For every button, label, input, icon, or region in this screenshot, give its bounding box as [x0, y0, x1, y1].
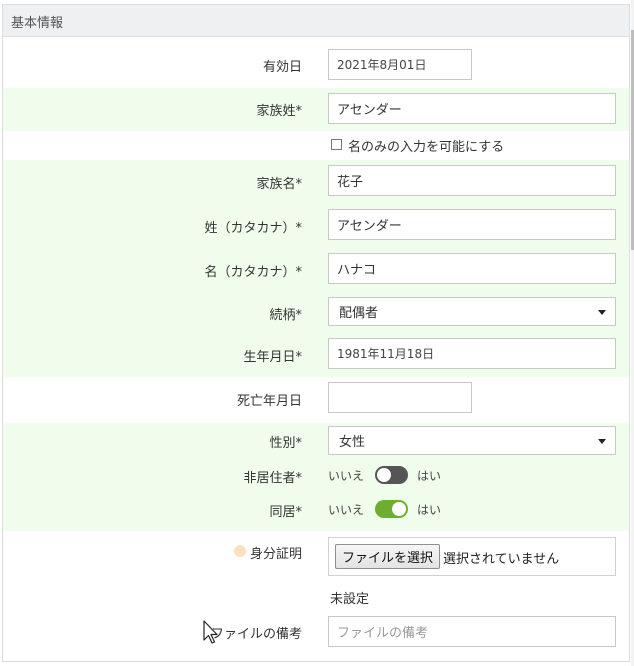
file-status-text: 選択されていません: [443, 552, 560, 567]
effective-date-label: 有効日: [262, 60, 302, 75]
non-resident-toggle-row: いいえ はい: [328, 466, 441, 484]
death-date-input[interactable]: [328, 382, 472, 413]
toggle-knob: [377, 468, 392, 482]
last-name-kana-label: 姓（カタカナ）*: [204, 221, 302, 236]
chevron-down-icon: [598, 438, 606, 444]
family-first-name-input[interactable]: 花子: [328, 165, 616, 196]
relationship-select[interactable]: 配偶者: [328, 297, 616, 326]
first-name-kana-input[interactable]: ハナコ: [328, 253, 616, 284]
family-last-name-value: アセンダー: [337, 103, 402, 118]
family-last-name-input[interactable]: アセンダー: [328, 93, 616, 124]
first-name-only-checkbox[interactable]: [331, 139, 342, 150]
choose-file-button[interactable]: ファイルを選択: [335, 544, 441, 569]
birth-date-value: 1981年11月18日: [337, 347, 435, 361]
section-title: 基本情報: [11, 16, 64, 31]
family-last-name-label: 家族姓*: [256, 104, 302, 119]
family-first-name-value: 花子: [337, 175, 364, 190]
relationship-value: 配偶者: [339, 306, 379, 321]
gender-value: 女性: [339, 435, 366, 450]
last-name-kana-value: アセンダー: [337, 219, 402, 234]
file-note-input[interactable]: ファイルの備考: [328, 616, 616, 647]
cohabiting-toggle-row: いいえ はい: [328, 500, 441, 518]
file-note-placeholder: ファイルの備考: [337, 626, 429, 641]
cohabiting-toggle[interactable]: [375, 500, 409, 518]
last-name-kana-input[interactable]: アセンダー: [328, 209, 616, 240]
toggle-knob: [392, 502, 407, 516]
id-document-file-box: ファイルを選択 選択されていません: [328, 537, 616, 576]
non-resident-toggle[interactable]: [375, 466, 409, 484]
file-note-label: ファイルの備考: [210, 627, 302, 642]
birth-date-label: 生年月日*: [243, 350, 302, 365]
non-resident-on-label: はい: [417, 468, 442, 483]
effective-date-value: 2021年8月01日: [337, 58, 427, 72]
non-resident-label: 非居住者*: [243, 471, 302, 486]
mouse-pointer-icon: [203, 620, 218, 644]
info-dot-icon: [234, 545, 246, 557]
id-document-label: 身分証明: [249, 547, 302, 562]
first-name-kana-label: 名（カタカナ）*: [204, 265, 302, 280]
chevron-down-icon: [598, 309, 606, 315]
basic-info-panel: 基本情報 有効日 2021年8月01日 家族姓* アセンダー 名のみの入力を可能…: [2, 4, 630, 662]
panel-header: 基本情報: [3, 5, 629, 37]
cohabiting-on-label: はい: [417, 502, 442, 517]
gender-select[interactable]: 女性: [328, 426, 616, 455]
birth-date-input[interactable]: 1981年11月18日: [328, 338, 616, 369]
cohabiting-label: 同居*: [269, 505, 302, 520]
cohabiting-off-label: いいえ: [328, 502, 365, 517]
first-name-kana-value: ハナコ: [337, 263, 377, 278]
effective-date-input[interactable]: 2021年8月01日: [328, 49, 472, 80]
death-date-label: 死亡年月日: [236, 394, 302, 409]
family-first-name-label: 家族名*: [256, 177, 302, 192]
relationship-label: 続柄*: [269, 308, 302, 323]
gender-label: 性別*: [269, 436, 302, 451]
id-document-current: 未設定: [330, 592, 370, 607]
first-name-only-label: 名のみの入力を可能にする: [348, 140, 505, 155]
non-resident-off-label: いいえ: [328, 468, 365, 483]
